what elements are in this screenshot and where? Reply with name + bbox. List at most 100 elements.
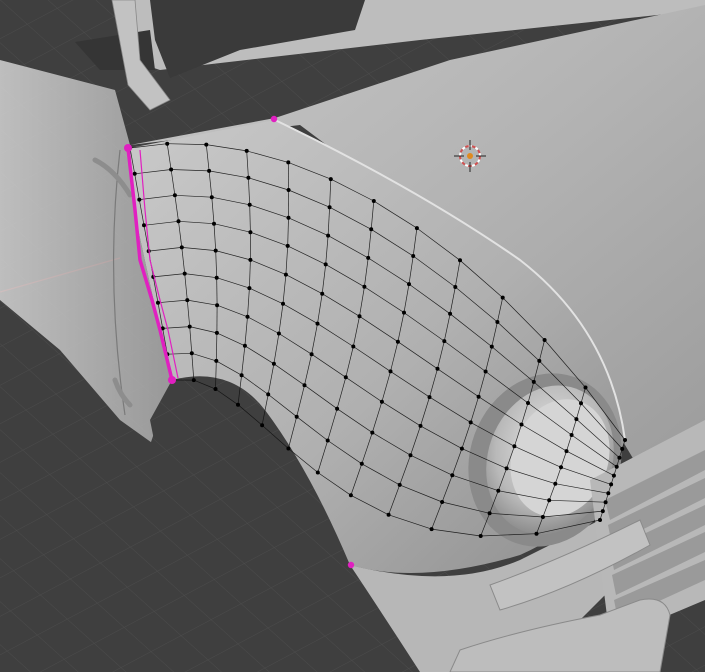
mesh-vertex[interactable] — [534, 531, 539, 536]
mesh-vertex[interactable] — [495, 320, 500, 324]
mesh-vertex[interactable] — [366, 255, 371, 260]
mesh-vertex[interactable] — [620, 446, 625, 451]
mesh-vertex[interactable] — [142, 223, 146, 228]
mesh-vertex[interactable] — [266, 392, 271, 397]
mesh-vertex[interactable] — [579, 401, 583, 406]
mesh-vertex[interactable] — [204, 142, 209, 147]
mesh-vertex[interactable] — [326, 233, 331, 238]
mesh-vertex[interactable] — [483, 369, 488, 374]
mesh-vertex[interactable] — [325, 438, 330, 443]
selected-vertex-top[interactable] — [270, 115, 278, 123]
mesh-vertex[interactable] — [132, 171, 137, 176]
mesh-vertex[interactable] — [519, 422, 524, 427]
mesh-vertex[interactable] — [609, 482, 614, 487]
mesh-vertex[interactable] — [156, 300, 160, 305]
mesh-vertex[interactable] — [569, 433, 574, 437]
mesh-vertex[interactable] — [335, 406, 340, 411]
mesh-vertex[interactable] — [359, 461, 364, 466]
mesh-vertex[interactable] — [260, 423, 265, 428]
mesh-vertex[interactable] — [323, 262, 328, 267]
mesh-vertex[interactable] — [286, 215, 291, 220]
mesh-vertex[interactable] — [343, 375, 348, 380]
mesh-vertex[interactable] — [137, 197, 142, 202]
mesh-vertex[interactable] — [487, 511, 492, 516]
mesh-vertex[interactable] — [453, 285, 458, 289]
mesh-vertex[interactable] — [407, 282, 411, 287]
mesh-vertex[interactable] — [429, 527, 434, 532]
mesh-vertex[interactable] — [185, 298, 190, 303]
mesh-vertex[interactable] — [476, 394, 481, 399]
mesh-vertex[interactable] — [248, 230, 253, 235]
mesh-vertex[interactable] — [414, 226, 419, 231]
mesh-vertex[interactable] — [283, 272, 288, 277]
mesh-vertex[interactable] — [214, 358, 219, 363]
mesh-vertex[interactable] — [468, 420, 473, 425]
mesh-vertex[interactable] — [395, 339, 400, 344]
mesh-vertex[interactable] — [187, 324, 192, 329]
mesh-vertex[interactable] — [478, 534, 483, 538]
mesh-vertex[interactable] — [397, 482, 402, 487]
mesh-vertex[interactable] — [574, 417, 579, 422]
mesh-vertex[interactable] — [408, 453, 413, 458]
mesh-vertex[interactable] — [191, 378, 196, 383]
mesh-vertex[interactable] — [212, 221, 216, 226]
mesh-vertex[interactable] — [458, 258, 462, 263]
mesh-vertex[interactable] — [189, 351, 194, 356]
mesh-vertex[interactable] — [179, 245, 184, 250]
mesh-vertex[interactable] — [294, 414, 299, 419]
mesh-vertex[interactable] — [362, 284, 367, 289]
mesh-vertex[interactable] — [442, 339, 447, 344]
mesh-vertex[interactable] — [617, 455, 622, 460]
mesh-vertex[interactable] — [315, 321, 320, 326]
mesh-vertex[interactable] — [182, 271, 187, 276]
mesh-vertex[interactable] — [512, 444, 517, 449]
mesh-vertex[interactable] — [244, 148, 249, 153]
mesh-vertex[interactable] — [327, 205, 332, 210]
selected-vertex-bottom[interactable] — [347, 561, 355, 569]
mesh-vertex[interactable] — [213, 248, 218, 253]
mesh-vertex[interactable] — [540, 515, 545, 519]
mesh-vertex[interactable] — [606, 491, 611, 496]
mesh-vertex[interactable] — [542, 338, 547, 342]
mesh-vertex[interactable] — [247, 202, 252, 207]
mesh-vertex[interactable] — [386, 512, 391, 517]
mesh-vertex[interactable] — [603, 500, 608, 505]
mesh-vertex[interactable] — [309, 352, 314, 357]
mesh-vertex[interactable] — [614, 464, 619, 469]
mesh-vertex[interactable] — [239, 373, 244, 378]
mesh-vertex[interactable] — [489, 344, 494, 349]
mesh-vertex[interactable] — [504, 466, 509, 471]
mesh-vertex[interactable] — [236, 402, 240, 407]
mesh-vertex[interactable] — [418, 423, 423, 428]
viewport-scene[interactable] — [0, 0, 705, 672]
mesh-vertex[interactable] — [611, 473, 616, 478]
mesh-vertex[interactable] — [435, 366, 440, 371]
mesh-vertex[interactable] — [600, 509, 605, 514]
mesh-vertex[interactable] — [402, 310, 406, 315]
mesh-vertex[interactable] — [276, 331, 281, 336]
mesh-vertex[interactable] — [411, 254, 416, 258]
mesh-vertex[interactable] — [286, 160, 291, 165]
mesh-vertex[interactable] — [281, 301, 285, 306]
mesh-vertex[interactable] — [169, 167, 174, 172]
mesh-vertex[interactable] — [553, 481, 558, 486]
mesh-vertex[interactable] — [526, 401, 530, 405]
mesh-vertex[interactable] — [302, 383, 307, 388]
mesh-vertex[interactable] — [248, 257, 253, 262]
mesh-vertex[interactable] — [531, 379, 536, 384]
mesh-vertex[interactable] — [165, 141, 170, 146]
mesh-vertex[interactable] — [500, 295, 505, 300]
mesh-vertex[interactable] — [245, 314, 250, 319]
mesh-vertex[interactable] — [496, 488, 501, 493]
mesh-vertex[interactable] — [357, 314, 362, 319]
mesh-vertex[interactable] — [320, 291, 325, 296]
mesh-vertex[interactable] — [213, 387, 218, 391]
mesh-vertex[interactable] — [242, 343, 247, 348]
mesh-vertex[interactable] — [214, 330, 219, 335]
mesh-vertex[interactable] — [286, 188, 291, 192]
mesh-vertex[interactable] — [598, 518, 602, 522]
mesh-vertex[interactable] — [459, 446, 464, 451]
3d-viewport[interactable] — [0, 0, 705, 672]
mesh-vertex[interactable] — [369, 227, 374, 232]
mesh-vertex[interactable] — [623, 438, 627, 442]
